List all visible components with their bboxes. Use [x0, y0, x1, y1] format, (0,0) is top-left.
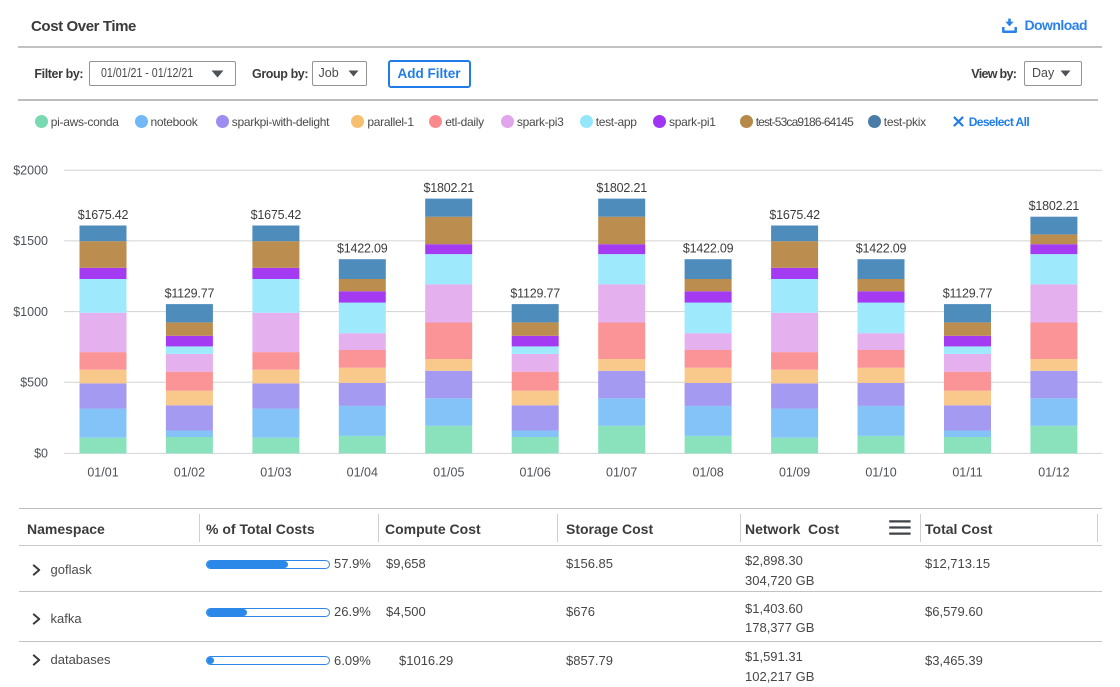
svg-text:$1129.77: $1129.77 [510, 287, 560, 301]
svg-text:01/01: 01/01 [87, 466, 118, 480]
svg-text:$1129.77: $1129.77 [943, 287, 993, 301]
svg-text:01/07: 01/07 [606, 466, 637, 480]
svg-text:01/11: 01/11 [952, 466, 982, 480]
svg-text:$1802.21: $1802.21 [424, 181, 475, 195]
svg-text:$1500: $1500 [13, 234, 48, 248]
svg-text:$1675.42: $1675.42 [78, 208, 129, 222]
svg-text:01/12: 01/12 [1038, 466, 1069, 480]
svg-text:$1422.09: $1422.09 [683, 242, 734, 256]
svg-text:01/03: 01/03 [260, 466, 291, 480]
svg-text:01/08: 01/08 [692, 466, 723, 480]
svg-text:$2000: $2000 [13, 164, 48, 178]
svg-text:01/02: 01/02 [174, 466, 205, 480]
svg-text:$1802.21: $1802.21 [596, 181, 647, 195]
svg-text:$1422.09: $1422.09 [856, 242, 907, 256]
svg-text:$1000: $1000 [13, 305, 48, 319]
svg-text:$1802.21: $1802.21 [1029, 199, 1080, 213]
svg-text:01/04: 01/04 [347, 466, 378, 480]
svg-text:01/06: 01/06 [520, 466, 551, 480]
svg-text:$1675.42: $1675.42 [251, 208, 302, 222]
svg-text:$0: $0 [34, 447, 48, 461]
svg-text:01/10: 01/10 [865, 466, 896, 480]
svg-text:$500: $500 [20, 376, 48, 390]
svg-text:$1129.77: $1129.77 [165, 287, 215, 301]
svg-text:01/09: 01/09 [779, 466, 810, 480]
svg-text:$1675.42: $1675.42 [769, 208, 820, 222]
svg-text:$1422.09: $1422.09 [337, 242, 388, 256]
svg-text:01/05: 01/05 [433, 466, 464, 480]
